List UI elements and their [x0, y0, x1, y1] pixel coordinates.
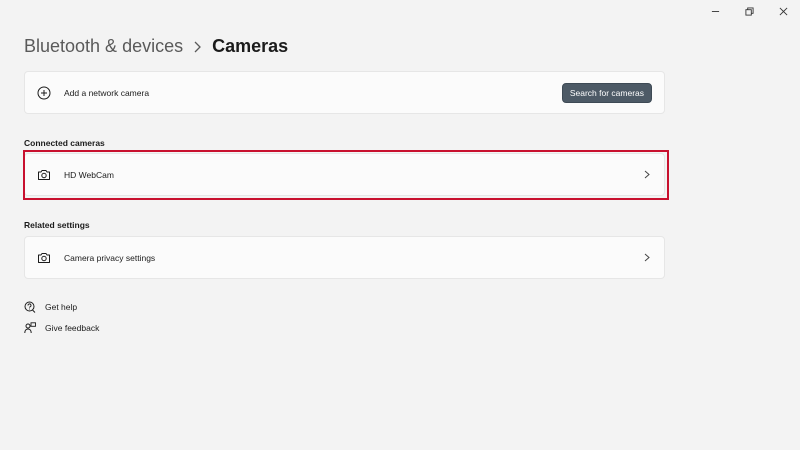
camera-list-item-hd-webcam[interactable]: HD WebCam — [24, 153, 665, 196]
chevron-right-icon — [642, 170, 652, 180]
close-button[interactable] — [766, 0, 800, 22]
add-circle-icon — [37, 86, 51, 100]
help-chat-icon — [24, 301, 36, 313]
minimize-icon — [711, 10, 719, 12]
camera-privacy-settings-label: Camera privacy settings — [64, 252, 156, 263]
chevron-right-icon — [642, 253, 652, 263]
breadcrumb: Bluetooth & devices Cameras — [24, 36, 288, 57]
add-network-camera-label: Add a network camera — [64, 87, 150, 98]
page-title: Cameras — [212, 36, 289, 56]
add-network-camera-card: Add a network camera Search for cameras — [24, 71, 665, 114]
give-feedback-label: Give feedback — [45, 323, 100, 333]
camera-icon — [37, 168, 51, 182]
give-feedback-link[interactable]: Give feedback — [24, 322, 99, 334]
connected-cameras-heading: Connected cameras — [24, 138, 105, 148]
breadcrumb-parent-link[interactable]: Bluetooth & devices — [24, 36, 183, 57]
camera-icon — [37, 251, 51, 265]
get-help-label: Get help — [45, 302, 78, 312]
camera-privacy-settings-item[interactable]: Camera privacy settings — [24, 236, 665, 279]
chevron-right-icon — [193, 41, 202, 53]
get-help-link[interactable]: Get help — [24, 301, 77, 313]
restore-icon — [744, 6, 754, 16]
window-controls — [698, 0, 800, 22]
settings-window: Bluetooth & devices Cameras Add a networ… — [0, 0, 800, 450]
minimize-button[interactable] — [698, 0, 732, 22]
feedback-icon — [24, 322, 36, 334]
search-for-cameras-button[interactable]: Search for cameras — [561, 82, 652, 103]
restore-button[interactable] — [732, 0, 766, 22]
camera-name: HD WebCam — [64, 169, 114, 180]
close-icon — [779, 7, 787, 15]
related-settings-heading: Related settings — [24, 220, 90, 230]
